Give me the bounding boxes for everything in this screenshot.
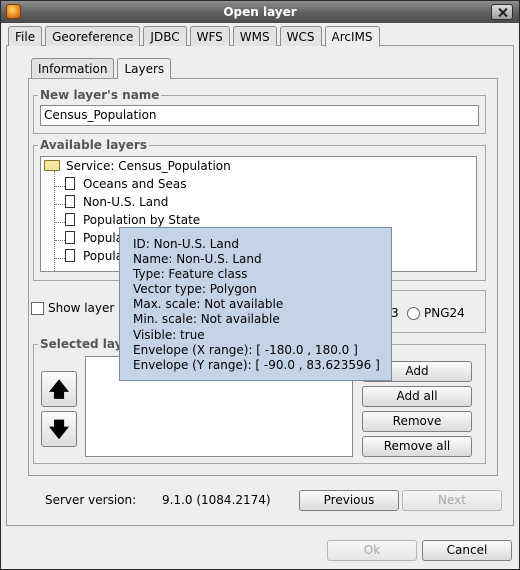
remove-button[interactable]: Remove: [362, 411, 472, 432]
list-item-label: Popula: [83, 249, 124, 263]
folder-open-icon: [44, 160, 60, 171]
list-item-label: Population by State: [83, 213, 201, 227]
tab-file[interactable]: File: [8, 26, 43, 46]
ok-button[interactable]: Ok: [327, 540, 417, 561]
list-item-label: Non-U.S. Land: [83, 195, 169, 209]
window-title: Open layer: [223, 5, 297, 19]
tree-connector: [55, 222, 65, 223]
layer-icon: [65, 177, 75, 190]
list-item[interactable]: Popula: [65, 231, 123, 249]
tooltip-line: Max. scale: Not available: [133, 297, 284, 312]
layer-info-tooltip: ID: Non-U.S. Land Name: Non-U.S. Land Ty…: [119, 227, 392, 381]
layer-icon: [65, 195, 75, 208]
layer-icon: [65, 249, 75, 262]
tree-root-label: Service: Census_Population: [66, 159, 231, 173]
tree-connector: [55, 204, 65, 205]
tree-connector: [55, 240, 65, 241]
tooltip-line: Vector type: Polygon: [133, 282, 257, 297]
next-button[interactable]: Next: [402, 490, 502, 511]
tree-root[interactable]: Service: Census_Population: [44, 159, 231, 177]
previous-button[interactable]: Previous: [299, 490, 399, 511]
close-button[interactable]: [491, 4, 513, 20]
tree-connector: [55, 258, 65, 259]
tooltip-line: Type: Feature class: [133, 267, 248, 282]
png24-label: PNG24: [424, 306, 465, 320]
format-option-fragment: 3: [391, 306, 399, 320]
tab-wfs[interactable]: WFS: [189, 26, 230, 46]
tooltip-line: Envelope (Y range): [ -90.0 , 83.623596 …: [133, 357, 380, 372]
inner-tab-strip: Information Layers: [31, 58, 174, 79]
list-item-label: Oceans and Seas: [83, 177, 187, 191]
tab-wcs[interactable]: WCS: [279, 26, 322, 46]
layer-icon: [65, 213, 75, 226]
tooltip-line: Visible: true: [133, 327, 205, 342]
title-bar[interactable]: Open layer: [1, 1, 519, 23]
png24-radio[interactable]: [407, 307, 420, 320]
tooltip-line: ID: Non-U.S. Land: [133, 237, 239, 251]
move-down-button[interactable]: 🡇: [41, 411, 77, 447]
layer-icon: [65, 231, 75, 244]
list-item[interactable]: Oceans and Seas: [65, 177, 186, 195]
tab-information[interactable]: Information: [31, 58, 115, 78]
remove-all-button[interactable]: Remove all: [362, 436, 472, 457]
new-layer-legend: New layer's name: [38, 88, 162, 102]
server-version-label: Server version:: [45, 493, 137, 507]
list-item[interactable]: Popula: [65, 249, 123, 267]
list-item[interactable]: Non-U.S. Land: [65, 195, 168, 213]
tab-georeference[interactable]: Georeference: [45, 26, 141, 46]
tooltip-line: Min. scale: Not available: [133, 312, 280, 327]
arrow-down-icon: 🡇: [48, 417, 70, 441]
available-layers-legend: Available layers: [38, 138, 149, 152]
add-all-button[interactable]: Add all: [362, 386, 472, 407]
list-item-label: Popula: [83, 231, 124, 245]
show-layer-ids-checkbox[interactable]: [31, 302, 44, 315]
tab-jdbc[interactable]: JDBC: [143, 26, 187, 46]
tree-connector: [55, 186, 65, 187]
tab-layers[interactable]: Layers: [117, 58, 172, 79]
tab-arcims[interactable]: ArcIMS: [324, 26, 380, 47]
tooltip-line: Name: Non-U.S. Land: [133, 252, 262, 267]
open-layer-window: Open layer File Georeference JDBC WFS WM…: [0, 0, 520, 570]
cancel-button[interactable]: Cancel: [422, 540, 512, 561]
show-layer-ids-label: Show layer II: [48, 301, 126, 315]
outer-tab-strip: File Georeference JDBC WFS WMS WCS ArcIM…: [8, 26, 383, 47]
tab-wms[interactable]: WMS: [232, 26, 277, 46]
move-up-button[interactable]: 🡅: [41, 371, 77, 407]
arrow-up-icon: 🡅: [48, 377, 70, 401]
server-version-value: 9.1.0 (1084.2174): [162, 493, 271, 507]
layer-name-input[interactable]: Census_Population: [40, 105, 479, 126]
tooltip-line: Envelope (X range): [ -180.0 , 180.0 ]: [133, 342, 358, 357]
